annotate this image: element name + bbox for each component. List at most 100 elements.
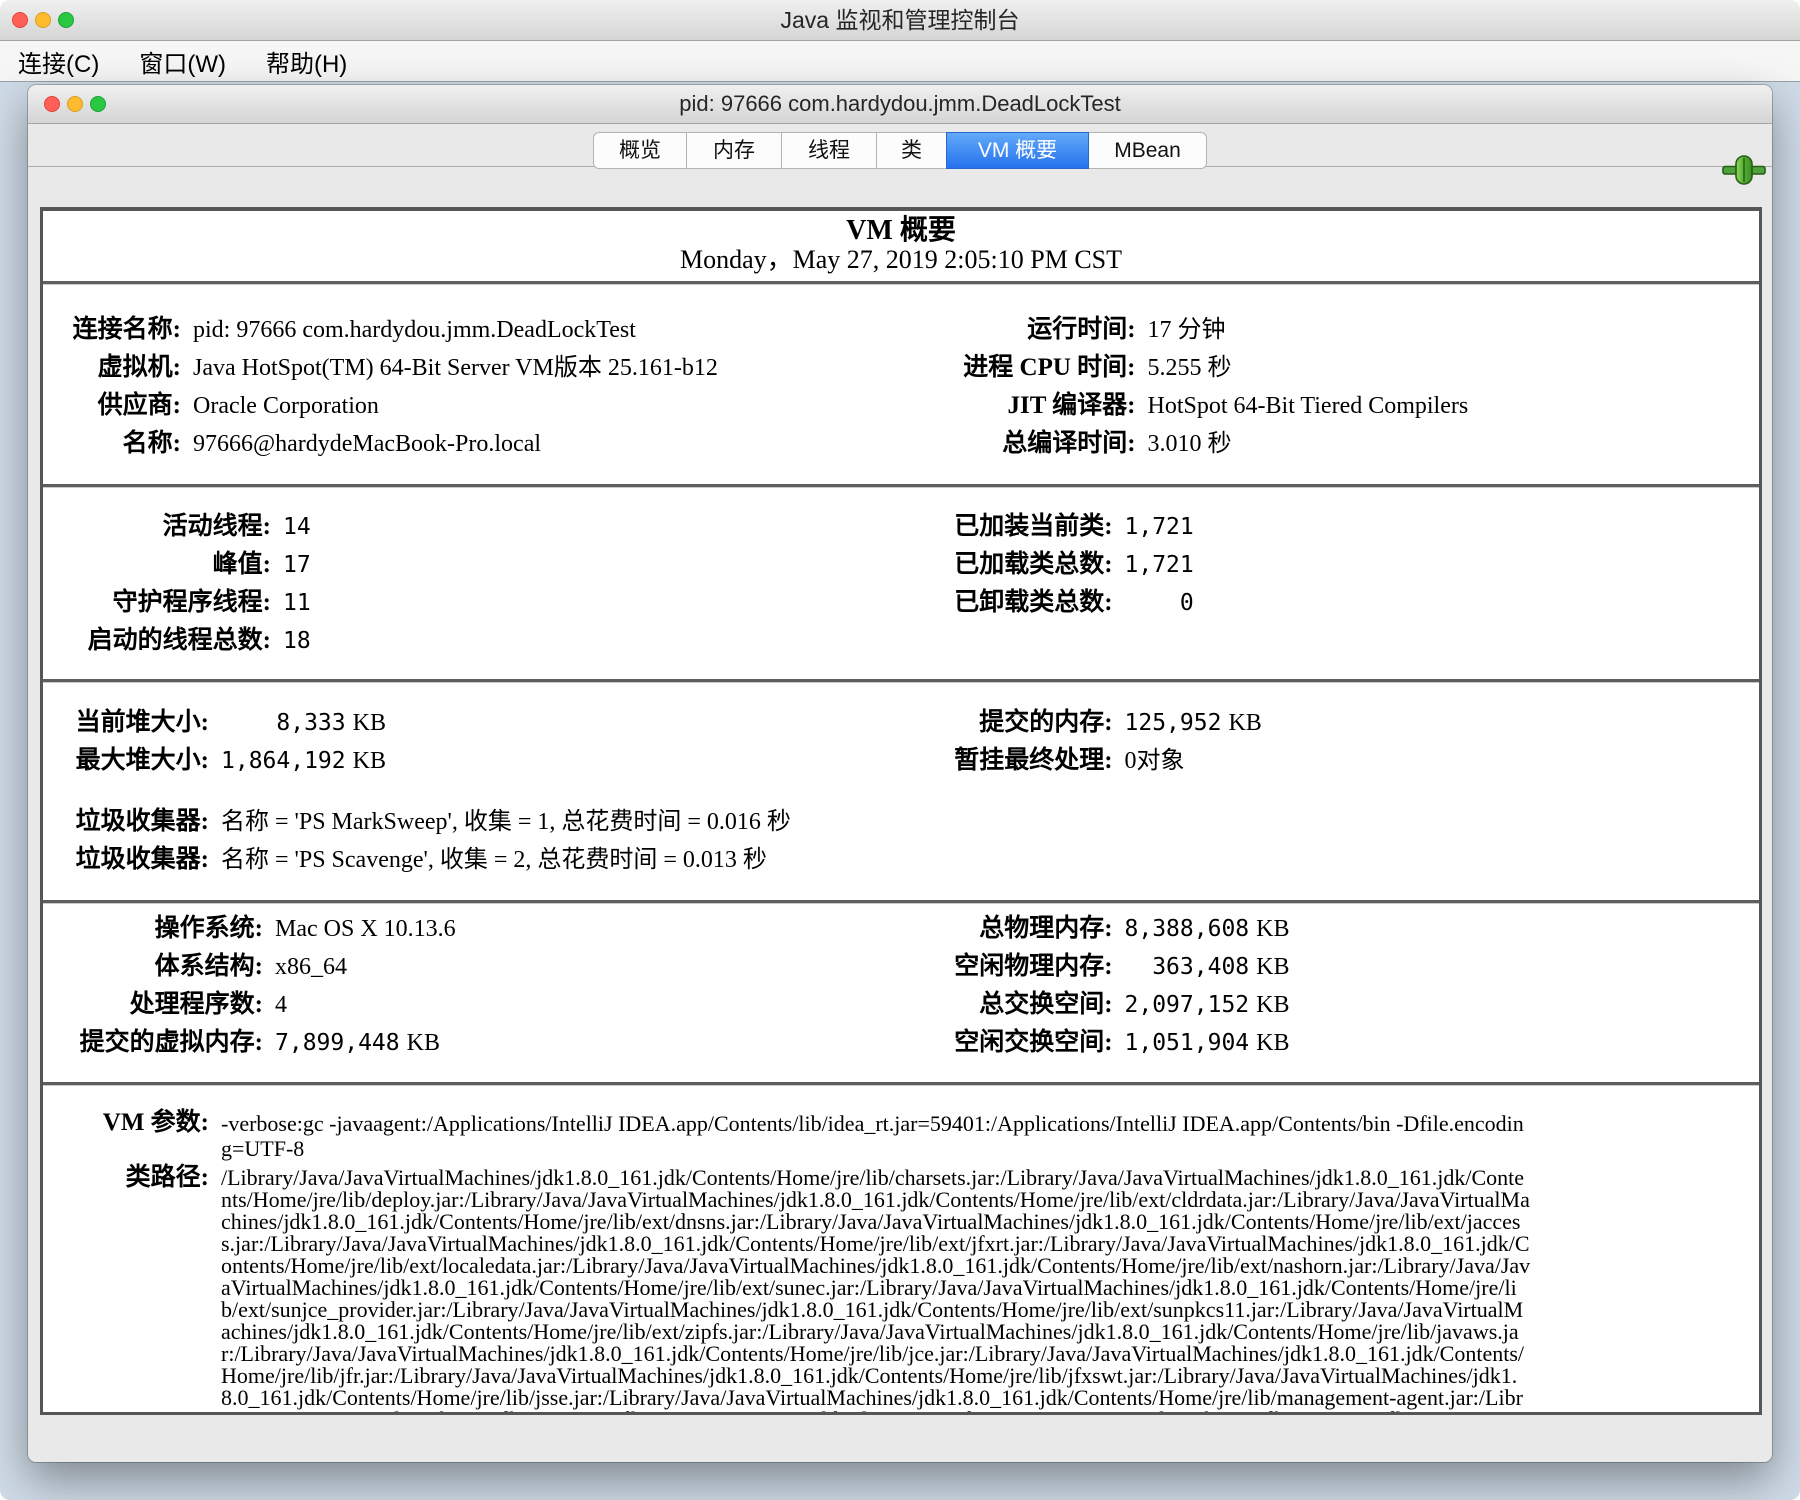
kv-label: 暂挂最终处理: xyxy=(850,742,1125,780)
kv-label: VM 参数: xyxy=(43,1110,221,1135)
kv-row: 启动的线程总数:18 xyxy=(43,622,850,660)
kv-value: HotSpot 64-Bit Tiered Compilers xyxy=(1148,387,1469,425)
kv-value: 2,097,152 xyxy=(1125,986,1250,1024)
kv-row: 连接名称:pid: 97666 com.hardydou.jmm.DeadLoc… xyxy=(43,311,850,349)
kv-value: x86_64 xyxy=(275,948,347,986)
tab-overview[interactable]: 概览 xyxy=(593,132,687,169)
kv-label: 启动的线程总数: xyxy=(43,622,283,660)
kv-value: 3.010 秒 xyxy=(1148,425,1232,463)
kv-value: 0对象 xyxy=(1125,742,1185,780)
tab-memory[interactable]: 内存 xyxy=(686,132,782,169)
kv-label: 已加载类总数: xyxy=(850,546,1125,584)
kv-value: 7,899,448 xyxy=(275,1024,400,1062)
tab-threads[interactable]: 线程 xyxy=(781,132,877,169)
kv-row: 进程 CPU 时间:5.255 秒 xyxy=(850,349,1759,387)
kv-row: 垃圾收集器:名称 = 'PS Scavenge', 收集 = 2, 总花费时间 … xyxy=(43,841,850,879)
threads-classes-section: 活动线程:14峰值:17守护程序线程:11启动的线程总数:18 已加装当前类:1… xyxy=(43,488,1759,671)
menu-connection[interactable]: 连接(C) xyxy=(18,44,99,79)
kv-row: 名称:97666@hardydeMacBook-Pro.local xyxy=(43,425,850,463)
kv-row: 空闲交换空间:1,051,904KB xyxy=(850,1024,1759,1062)
kv-value: 1,721 xyxy=(1125,546,1194,584)
menu-help[interactable]: 帮助(H) xyxy=(266,44,347,79)
kv-value: 14 xyxy=(283,508,311,546)
kv-row: JIT 编译器:HotSpot 64-Bit Tiered Compilers xyxy=(850,387,1759,425)
tab-vm-summary[interactable]: VM 概要 xyxy=(946,132,1089,169)
kv-label: 垃圾收集器: xyxy=(43,841,221,879)
window-title: Java 监视和管理控制台 xyxy=(0,0,1800,40)
kv-row: 运行时间:17 分钟 xyxy=(850,311,1759,349)
kv-row: 类路径:/Library/Java/JavaVirtualMachines/jd… xyxy=(43,1167,1759,1415)
kv-row: 提交的内存:125,952KB xyxy=(850,704,1759,742)
kv-row: 提交的虚拟内存:7,899,448KB xyxy=(43,1024,850,1062)
jconsole-window: Java 监视和管理控制台 连接(C) 窗口(W) 帮助(H) pid: 97666… xyxy=(0,0,1800,1500)
kv-unit: KB xyxy=(1256,986,1289,1024)
kv-value: -verbose:gc -javaagent:/Applications/Int… xyxy=(221,1110,1531,1161)
kv-value: 8,333 xyxy=(221,704,346,742)
kv-label: 空闲交换空间: xyxy=(850,1024,1125,1062)
kv-unit: KB xyxy=(1256,948,1289,986)
kv-unit: KB xyxy=(353,742,386,780)
process-window: pid: 97666 com.hardydou.jmm.DeadLockTest… xyxy=(28,85,1772,1462)
kv-unit: KB xyxy=(1256,910,1289,948)
kv-label: 活动线程: xyxy=(43,508,283,546)
menu-bar: 连接(C) 窗口(W) 帮助(H) xyxy=(0,41,1800,82)
kv-value: /Library/Java/JavaVirtualMachines/jdk1.8… xyxy=(221,1167,1531,1415)
kv-row: 总物理内存:8,388,608KB xyxy=(850,910,1759,948)
kv-label: 已卸载类总数: xyxy=(850,584,1125,622)
kv-row: 虚拟机:Java HotSpot(TM) 64-Bit Server VM版本 … xyxy=(43,349,850,387)
kv-label: 守护程序线程: xyxy=(43,584,283,622)
kv-row: 空闲物理内存: 363,408KB xyxy=(850,948,1759,986)
kv-value: 1,051,904 xyxy=(1125,1024,1250,1062)
kv-row: 已加装当前类:1,721 xyxy=(850,508,1759,546)
kv-label: 进程 CPU 时间: xyxy=(850,349,1148,387)
kv-label: 总编译时间: xyxy=(850,425,1148,463)
connection-plug-icon[interactable] xyxy=(1722,154,1766,186)
kv-value: pid: 97666 com.hardydou.jmm.DeadLockTest xyxy=(193,311,636,349)
kv-row: 供应商:Oracle Corporation xyxy=(43,387,850,425)
kv-label: JIT 编译器: xyxy=(850,387,1148,425)
kv-row: 暂挂最终处理:0对象 xyxy=(850,742,1759,780)
kv-row: 总编译时间:3.010 秒 xyxy=(850,425,1759,463)
kv-row: 峰值:17 xyxy=(43,546,850,584)
kv-label: 体系结构: xyxy=(43,948,275,986)
kv-value: 17 xyxy=(283,546,311,584)
connection-section: 连接名称:pid: 97666 com.hardydou.jmm.DeadLoc… xyxy=(43,285,1759,476)
kv-label: 空闲物理内存: xyxy=(850,948,1125,986)
kv-value: Oracle Corporation xyxy=(193,387,379,425)
kv-value: Mac OS X 10.13.6 xyxy=(275,910,456,948)
kv-label: 名称: xyxy=(43,425,193,463)
kv-row: 总交换空间:2,097,152KB xyxy=(850,986,1759,1024)
menu-window[interactable]: 窗口(W) xyxy=(139,44,226,79)
vm-summary-timestamp: Monday，May 27, 2019 2:05:10 PM CST xyxy=(43,246,1759,273)
kv-row: 垃圾收集器:名称 = 'PS MarkSweep', 收集 = 1, 总花费时间… xyxy=(43,803,850,841)
kv-row: 守护程序线程:11 xyxy=(43,584,850,622)
kv-label: 运行时间: xyxy=(850,311,1148,349)
kv-unit: KB xyxy=(407,1024,440,1062)
tab-mbeans[interactable]: MBean xyxy=(1088,132,1207,169)
kv-label: 总物理内存: xyxy=(850,910,1125,948)
kv-row: 当前堆大小: 8,333KB xyxy=(43,704,850,742)
kv-value: 1,721 xyxy=(1125,508,1194,546)
kv-label: 垃圾收集器: xyxy=(43,803,221,841)
kv-value: 125,952 xyxy=(1125,704,1222,742)
kv-row: 已加载类总数:1,721 xyxy=(850,546,1759,584)
kv-value: 5.255 秒 xyxy=(1148,349,1232,387)
kv-label: 峰值: xyxy=(43,546,283,584)
kv-unit: KB xyxy=(353,704,386,742)
kv-label: 虚拟机: xyxy=(43,349,193,387)
vm-arguments-section: VM 参数:-verbose:gc -javaagent:/Applicatio… xyxy=(43,1086,1759,1415)
heap-section: 当前堆大小: 8,333KB最大堆大小:1,864,192KB垃圾收集器:名称 … xyxy=(43,683,1759,892)
process-window-title: pid: 97666 com.hardydou.jmm.DeadLockTest xyxy=(28,85,1772,123)
outer-titlebar: Java 监视和管理控制台 xyxy=(0,0,1800,41)
kv-label: 总交换空间: xyxy=(850,986,1125,1024)
kv-row: 操作系统:Mac OS X 10.13.6 xyxy=(43,910,850,948)
kv-label: 当前堆大小: xyxy=(43,704,221,742)
kv-value: 11 xyxy=(283,584,311,622)
vm-summary-panel: VM 概要 Monday，May 27, 2019 2:05:10 PM CST… xyxy=(40,207,1762,1415)
kv-value: 名称 = 'PS Scavenge', 收集 = 2, 总花费时间 = 0.01… xyxy=(221,841,767,879)
tab-classes[interactable]: 类 xyxy=(876,132,947,169)
kv-unit: KB xyxy=(1256,1024,1289,1062)
kv-value: 8,388,608 xyxy=(1125,910,1250,948)
kv-label: 连接名称: xyxy=(43,311,193,349)
kv-value: 363,408 xyxy=(1125,948,1250,986)
